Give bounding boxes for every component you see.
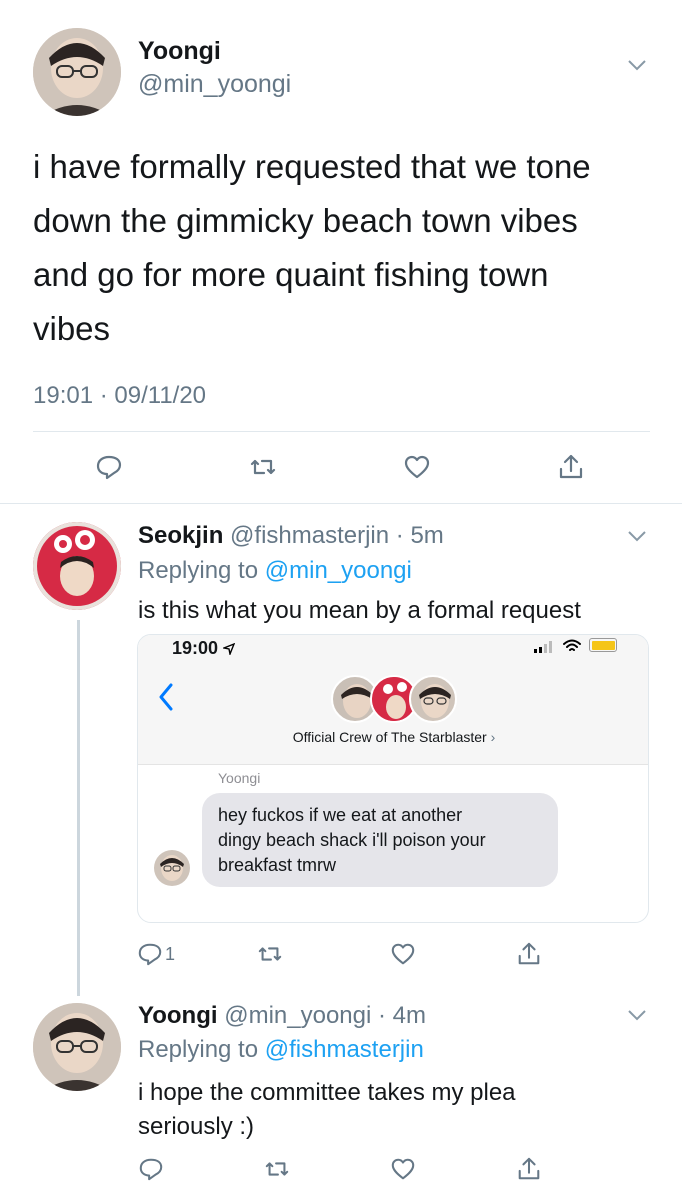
retweet-icon <box>258 947 282 961</box>
reply-header: Seokjin @fishmasterjin · 5m <box>138 522 444 550</box>
tweet-line: vibes <box>33 310 111 347</box>
group-name[interactable]: Official Crew of The Starblaster › <box>138 729 648 745</box>
retweet-button[interactable] <box>243 447 283 487</box>
replying-to: Replying to @min_yoongi <box>138 557 412 585</box>
reply-line: seriously :) <box>138 1113 255 1140</box>
tweet-line: and go for more quaint fishing town <box>33 256 549 293</box>
timestamp[interactable]: 19:01 · 09/11/20 <box>33 382 206 410</box>
retweet-icon <box>250 459 276 475</box>
handle[interactable]: @fishmasterjin <box>230 522 389 549</box>
share-button[interactable] <box>509 1149 549 1189</box>
share-icon <box>518 942 540 965</box>
replying-prefix: Replying to <box>138 1036 259 1063</box>
message-line: hey fuckos if we eat at another <box>218 805 463 825</box>
battery-icon <box>589 638 617 652</box>
reply-button[interactable] <box>89 447 129 487</box>
tweet-line: down the gimmicky beach town vibes <box>33 202 578 239</box>
chevron-down-icon[interactable] <box>628 59 646 71</box>
replying-prefix: Replying to <box>138 557 259 584</box>
share-button[interactable] <box>551 447 591 487</box>
retweet-icon <box>265 1162 289 1176</box>
divider <box>33 431 650 432</box>
group-chevron: › <box>490 729 496 745</box>
share-icon <box>518 1157 540 1180</box>
display-name[interactable]: Yoongi <box>138 1002 218 1029</box>
display-name[interactable]: Yoongi <box>138 37 221 66</box>
reply-icon <box>138 943 162 966</box>
chevron-down-icon[interactable] <box>628 530 646 542</box>
reply-icon <box>139 1158 163 1181</box>
avatar[interactable] <box>33 1003 121 1091</box>
reply-count: 1 <box>165 943 176 964</box>
like-button[interactable] <box>383 934 423 974</box>
wifi-icon <box>563 639 581 651</box>
message-line: dingy beach shack i'll poison your <box>218 830 486 850</box>
sender-avatar <box>154 850 190 886</box>
reply-text: is this what you mean by a formal reques… <box>138 597 581 624</box>
like-button[interactable] <box>397 447 437 487</box>
reply-button[interactable] <box>131 1149 171 1189</box>
avatar[interactable] <box>33 522 121 610</box>
status-time: 19:00 <box>172 638 236 659</box>
handle[interactable]: @min_yoongi <box>138 70 291 99</box>
thread-line <box>77 620 80 996</box>
status-time-text: 19:00 <box>172 638 219 658</box>
display-name[interactable]: Seokjin <box>138 522 223 549</box>
group-avatar <box>409 675 457 723</box>
embedded-image[interactable]: 19:00 Official Crew of The Starblaster ›… <box>137 634 649 923</box>
like-button[interactable] <box>383 1149 423 1189</box>
reply-text: i hope the committee takes my plea serio… <box>138 1076 516 1144</box>
message-line: breakfast tmrw <box>218 855 337 875</box>
signal-icon <box>534 641 552 653</box>
tweet-text: i have formally requested that we tone d… <box>33 140 663 356</box>
chevron-down-icon[interactable] <box>628 1009 646 1021</box>
reply-button[interactable]: 1 <box>137 934 197 974</box>
reply-line: i hope the committee takes my plea <box>138 1079 516 1106</box>
message-bubble: hey fuckos if we eat at another dingy be… <box>202 793 558 887</box>
share-button[interactable] <box>509 934 549 974</box>
back-chevron-icon[interactable] <box>158 683 174 711</box>
avatar[interactable] <box>33 28 121 116</box>
retweet-button[interactable] <box>250 934 290 974</box>
tweet-line: i have formally requested that we tone <box>33 148 591 185</box>
share-icon <box>559 454 583 479</box>
sender-label: Yoongi <box>218 770 261 786</box>
retweet-button[interactable] <box>257 1149 297 1189</box>
reply-icon <box>96 455 122 480</box>
section-divider <box>0 503 682 504</box>
handle[interactable]: @min_yoongi <box>224 1002 371 1029</box>
relative-time: · 4m <box>378 1002 426 1029</box>
location-arrow-icon <box>221 642 236 657</box>
mention-link[interactable]: @fishmasterjin <box>265 1036 424 1063</box>
relative-time: · 5m <box>395 522 444 549</box>
like-icon <box>404 455 430 479</box>
like-icon <box>391 943 415 965</box>
replying-to: Replying to @fishmasterjin <box>138 1036 424 1064</box>
like-icon <box>391 1158 415 1180</box>
reply-header: Yoongi @min_yoongi · 4m <box>138 1002 426 1030</box>
mention-link[interactable]: @min_yoongi <box>265 557 412 584</box>
group-name-text: Official Crew of The Starblaster <box>292 729 487 745</box>
